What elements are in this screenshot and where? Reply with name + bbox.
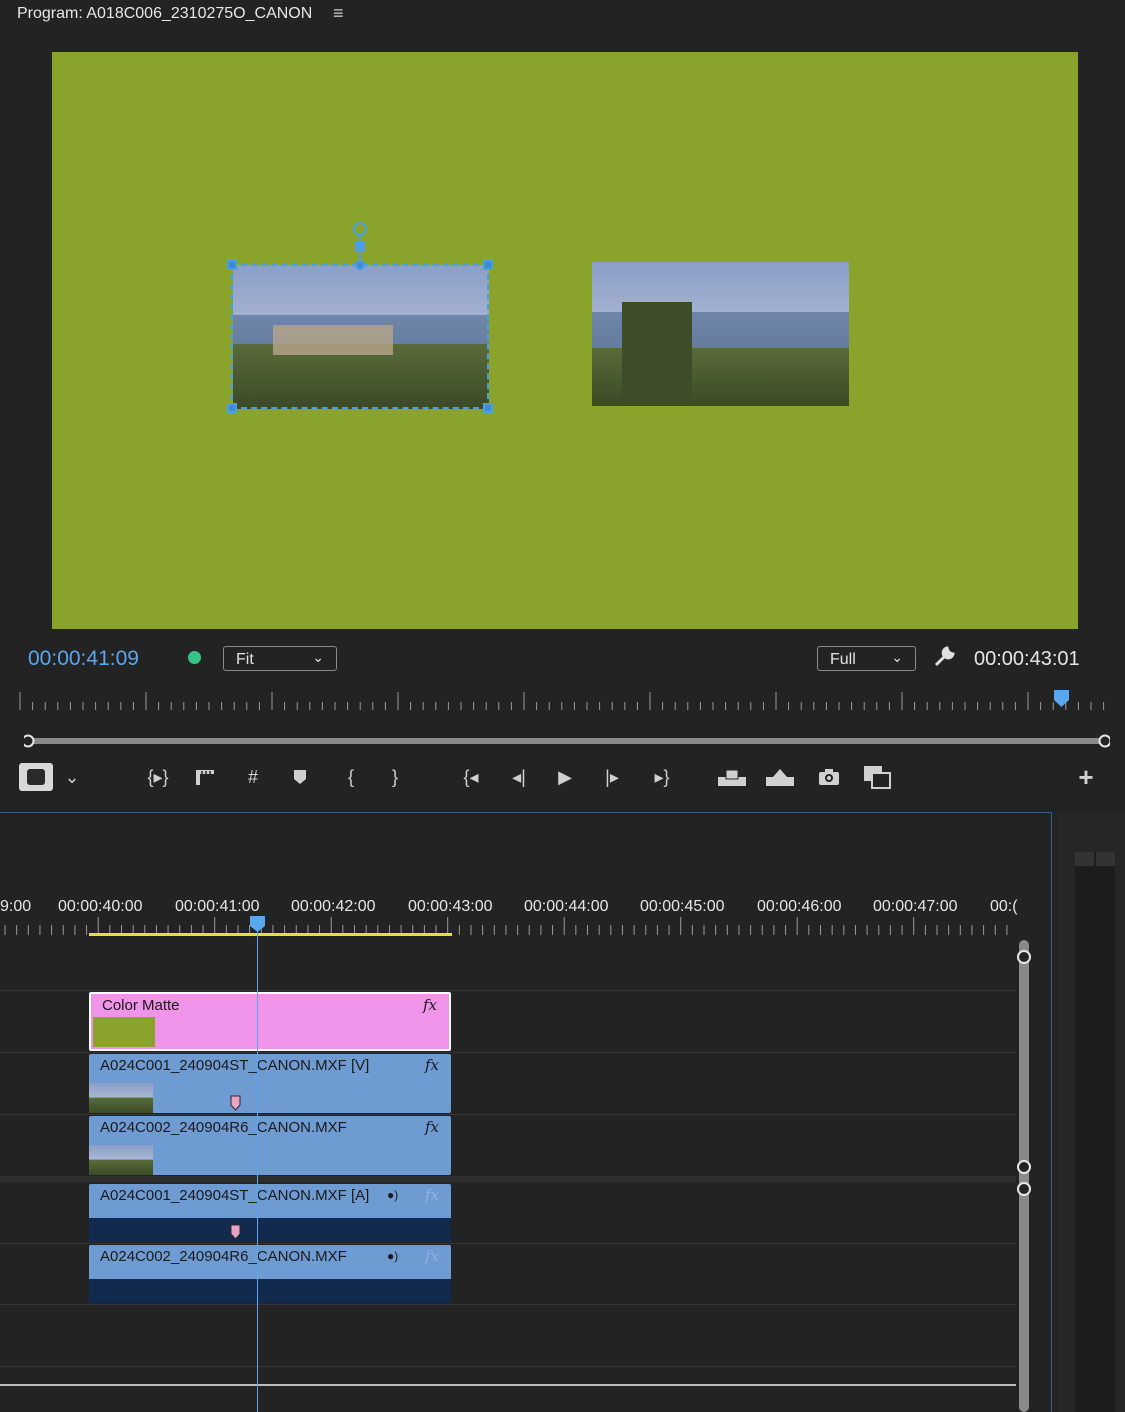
go-to-in-icon[interactable]: {◂	[457, 762, 485, 792]
video-clip-v2[interactable]: A024C001_240904ST_CANON.MXF [V] fx	[89, 1054, 451, 1113]
clip-name: A024C002_240904R6_CANON.MXF	[100, 1248, 347, 1265]
time-label: 00:00:42:00	[291, 898, 376, 915]
clip-thumbnail	[93, 1017, 155, 1047]
fx-badge[interactable]: fx	[425, 1118, 439, 1136]
time-label: 00:00:40:00	[58, 898, 143, 915]
track-divider	[0, 1052, 1016, 1053]
track-divider	[0, 1243, 1016, 1244]
mark-in-bracket-icon[interactable]: {	[342, 762, 360, 792]
time-label: 00:00:44:00	[524, 898, 609, 915]
lift-icon[interactable]	[717, 762, 747, 792]
add-button-icon[interactable]: +	[1074, 762, 1098, 792]
chevron-down-icon: ⌄	[891, 649, 903, 665]
audio-waveform	[89, 1279, 451, 1303]
duration-timecode: 00:00:43:01	[974, 648, 1080, 670]
export-frame-icon[interactable]	[817, 762, 841, 792]
clip-marker[interactable]	[230, 1095, 241, 1111]
extract-icon[interactable]	[765, 762, 795, 792]
clip-name: A024C001_240904ST_CANON.MXF [V]	[100, 1057, 370, 1074]
playback-resolution-value: Full	[830, 651, 856, 668]
clip-thumbnail	[89, 1145, 153, 1175]
transform-handle-tr[interactable]	[483, 260, 493, 270]
program-monitor: Program: A018C006_2310275O_CANON ≡ 00:00…	[0, 0, 1125, 810]
transform-handle-tl[interactable]	[227, 260, 237, 270]
play-icon[interactable]: ▶	[553, 762, 577, 792]
video-audio-divider[interactable]	[0, 1176, 1016, 1182]
chevron-down-icon[interactable]: ⌄	[62, 762, 82, 792]
time-label: 00:00:45:00	[640, 898, 725, 915]
step-forward-icon[interactable]: |▸	[600, 762, 624, 792]
rotation-handle[interactable]	[353, 222, 367, 236]
timeline-bottom-line	[0, 1384, 1016, 1386]
clip-name: A024C002_240904R6_CANON.MXF	[100, 1119, 347, 1136]
safe-margins-icon[interactable]	[18, 762, 54, 792]
fx-badge[interactable]: fx	[425, 1056, 439, 1074]
clip-marker[interactable]	[230, 1224, 241, 1240]
mark-out-icon[interactable]: }	[386, 762, 404, 792]
monitor-time-ruler[interactable]	[18, 690, 1105, 710]
playback-resolution-dropdown[interactable]: Full ⌄	[817, 646, 916, 671]
voice-icon: ●)	[387, 1188, 399, 1202]
add-marker-icon[interactable]: {▸}	[145, 762, 171, 792]
status-indicator	[188, 651, 201, 664]
time-label: 00:00:41:00	[175, 898, 260, 915]
time-label: 00:(	[990, 898, 1018, 915]
vertical-scrollbar[interactable]	[1017, 940, 1031, 1412]
audio-meter-panel	[1058, 812, 1125, 1412]
grid-icon[interactable]: #	[241, 762, 265, 792]
clip-name: A024C001_240904ST_CANON.MXF [A]	[100, 1187, 370, 1204]
rotation-square[interactable]	[355, 241, 365, 251]
mark-in-icon[interactable]	[193, 762, 217, 792]
clip-name: Color Matte	[102, 997, 180, 1014]
program-viewer[interactable]	[52, 52, 1078, 629]
track-divider	[0, 990, 1016, 991]
zoom-scrollbar[interactable]	[24, 734, 1110, 748]
transform-handle-br[interactable]	[483, 403, 493, 413]
time-label: 00:00:47:00	[873, 898, 958, 915]
color-matte-clip[interactable]: Color Matte fx	[89, 992, 451, 1051]
transform-handle-top[interactable]	[355, 260, 365, 270]
in-out-range-bar[interactable]	[89, 933, 452, 936]
time-label: 00:00:46:00	[757, 898, 842, 915]
marker-icon[interactable]	[290, 762, 310, 792]
video-frame-right[interactable]	[592, 262, 849, 406]
playhead-handle[interactable]	[249, 915, 266, 933]
transform-selection-box[interactable]	[231, 264, 489, 409]
playhead-line[interactable]	[257, 920, 258, 1412]
zoom-level-value: Fit	[236, 651, 254, 668]
audio-waveform	[89, 1218, 451, 1242]
audio-clip-a1[interactable]: A024C001_240904ST_CANON.MXF [A] ●) fx	[89, 1184, 451, 1242]
zoom-level-dropdown[interactable]: Fit ⌄	[223, 646, 337, 671]
time-label: 00:00:43:00	[408, 898, 493, 915]
panel-title: Program: A018C006_2310275O_CANON	[17, 5, 313, 22]
voice-icon: ●)	[387, 1249, 399, 1263]
video-clip-v1[interactable]: A024C002_240904R6_CANON.MXF fx	[89, 1116, 451, 1175]
go-to-out-icon[interactable]: ▸}	[648, 762, 676, 792]
time-label: 9:00	[0, 898, 32, 915]
fx-badge[interactable]: fx	[425, 1186, 439, 1204]
track-divider	[0, 1114, 1016, 1115]
wrench-icon[interactable]	[932, 645, 956, 674]
fx-badge[interactable]: fx	[423, 996, 437, 1014]
track-divider	[0, 1304, 1016, 1305]
transform-handle-bl[interactable]	[227, 403, 237, 413]
comparison-view-icon[interactable]	[862, 762, 892, 792]
monitor-playhead	[1054, 690, 1069, 707]
track-divider	[0, 1366, 1016, 1367]
step-back-icon[interactable]: ◂|	[507, 762, 531, 792]
audio-clip-a2[interactable]: A024C002_240904R6_CANON.MXF ●) fx	[89, 1245, 451, 1303]
current-timecode[interactable]: 00:00:41:09	[28, 647, 139, 671]
fx-badge[interactable]: fx	[425, 1247, 439, 1265]
chevron-down-icon: ⌄	[312, 649, 324, 665]
clip-thumbnail	[89, 1083, 153, 1113]
hamburger-menu-icon[interactable]: ≡	[333, 3, 344, 24]
